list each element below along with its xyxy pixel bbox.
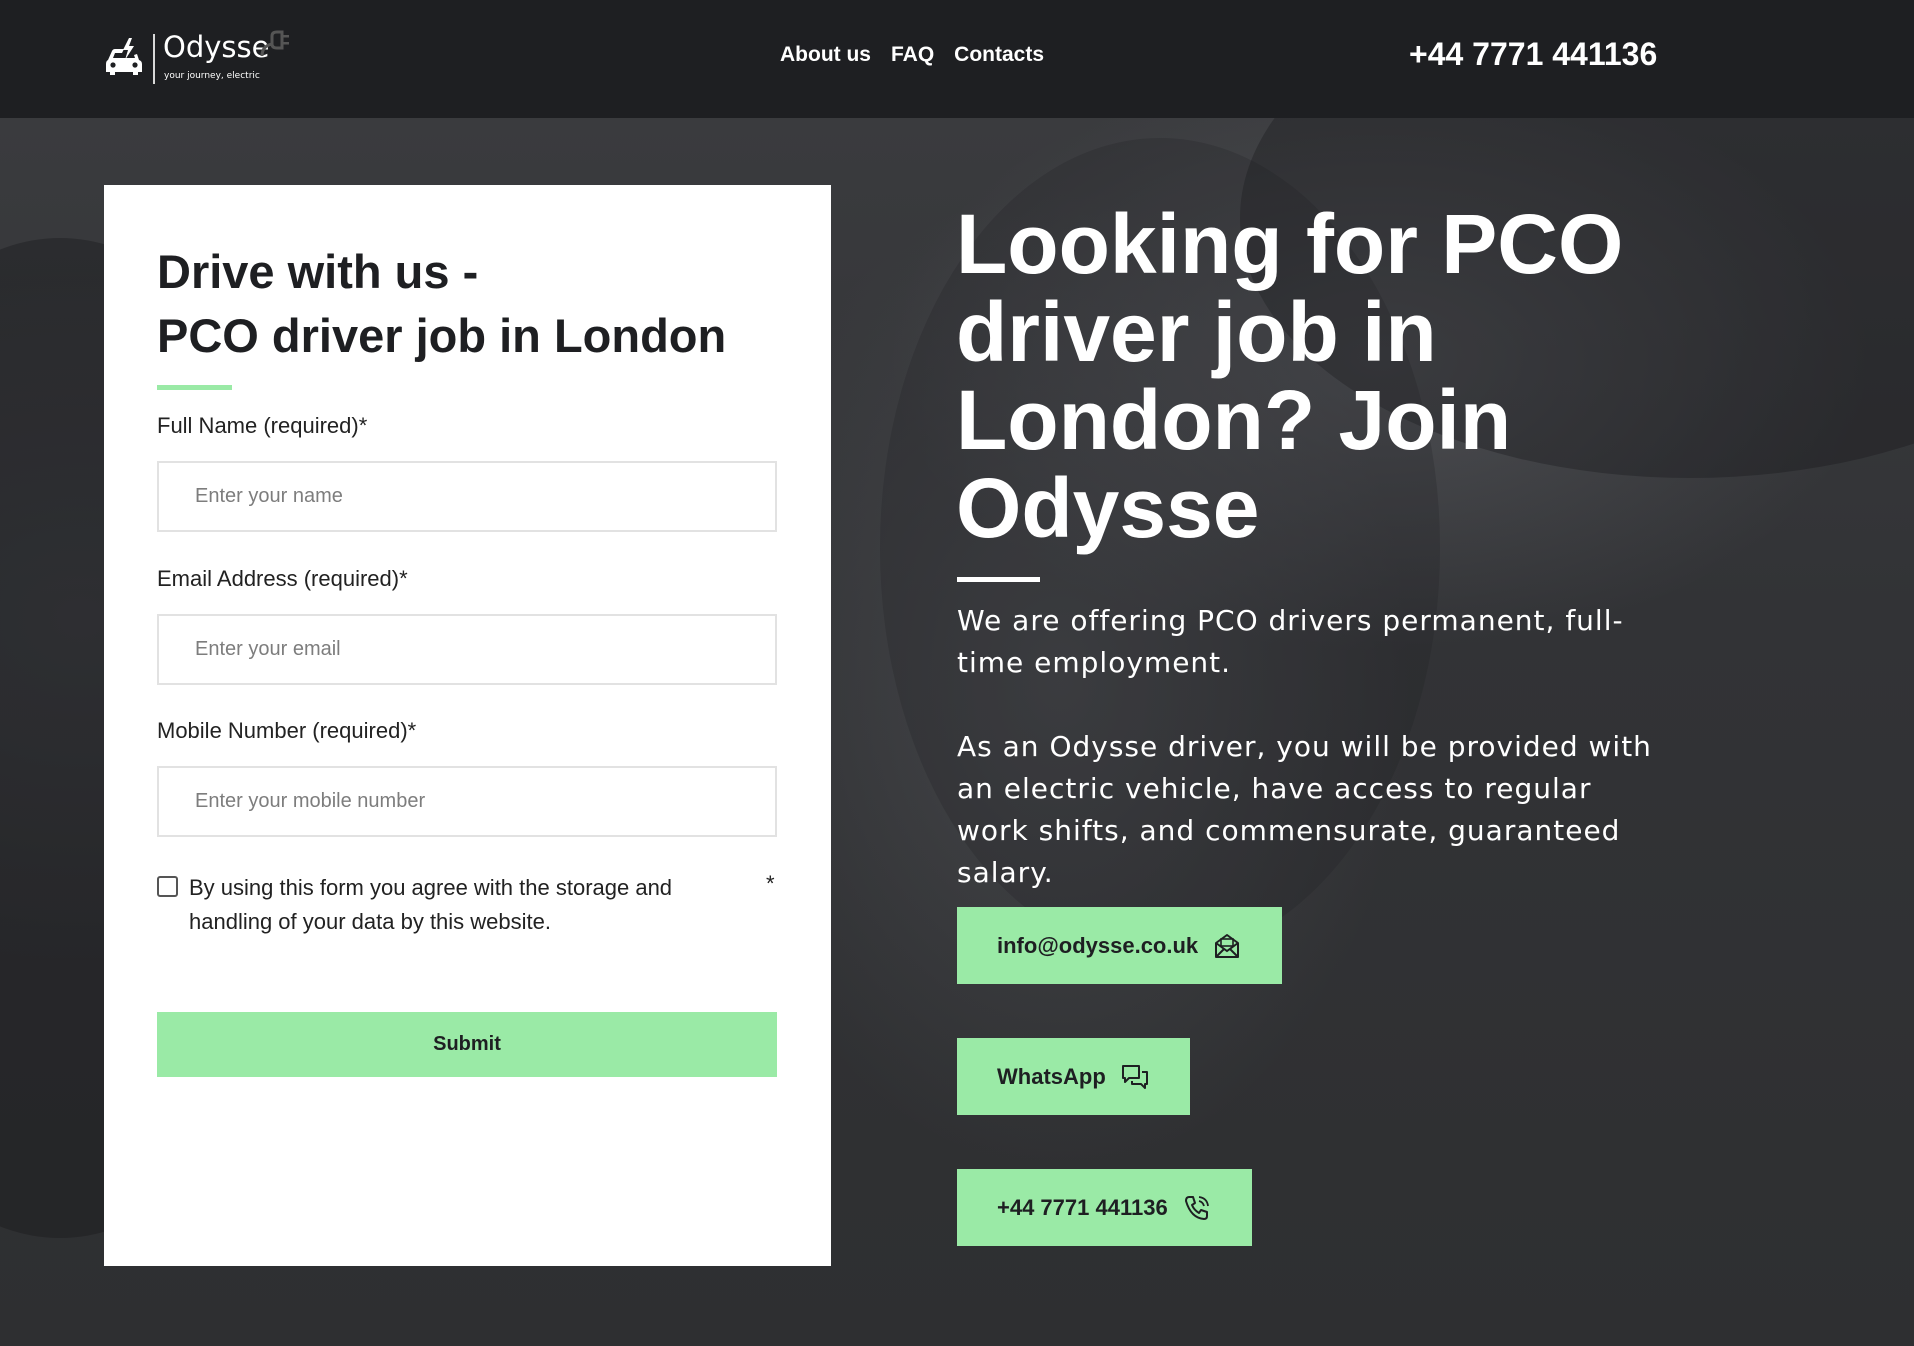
brand-logo[interactable]: Odysse your journey, electric	[102, 26, 302, 86]
phone-icon	[1184, 1195, 1209, 1220]
email-button[interactable]: info@odysse.co.uk	[957, 907, 1283, 984]
form-title-line1: Drive with us -	[157, 245, 479, 298]
nav-faq[interactable]: FAQ	[891, 43, 934, 67]
consent-text: By using this form you agree with the st…	[189, 875, 673, 934]
full-name-label: Full Name (required)*	[157, 413, 368, 438]
full-name-input[interactable]	[157, 461, 777, 532]
hero-paragraph-1: We are offering PCO drivers permanent, f…	[957, 604, 1624, 679]
title-accent-bar	[157, 385, 232, 390]
chat-bubbles-icon	[1121, 1064, 1148, 1089]
nav-about-us[interactable]: About us	[780, 43, 871, 67]
main-nav: About us FAQ Contacts	[780, 43, 1044, 67]
consent-required-mark: *	[766, 871, 775, 896]
hero-paragraph-2: As an Odysse driver, you will be provide…	[957, 730, 1652, 889]
phone-button[interactable]: +44 7771 441136	[957, 1169, 1252, 1246]
form-title-line2: PCO driver job in London	[157, 309, 727, 362]
mobile-number-label: Mobile Number (required)*	[157, 718, 417, 743]
logo-divider	[153, 34, 155, 84]
brand-name: Odysse	[163, 30, 270, 64]
plug-icon	[260, 30, 289, 57]
application-form-card: Drive with us - PCO driver job in London…	[104, 185, 831, 1266]
electric-car-icon	[106, 38, 142, 75]
submit-button[interactable]: Submit	[157, 1012, 777, 1077]
email-label: Email Address (required)*	[157, 566, 408, 591]
whatsapp-button-label: WhatsApp	[997, 1063, 1106, 1089]
mobile-number-input[interactable]	[157, 766, 777, 837]
hero-title: Looking for PCO driver job in London? Jo…	[956, 197, 1624, 555]
consent-checkbox[interactable]	[157, 876, 178, 897]
hero-accent-bar	[957, 577, 1040, 582]
whatsapp-button[interactable]: WhatsApp	[957, 1038, 1190, 1115]
form-title: Drive with us - PCO driver job in London	[157, 240, 777, 368]
email-button-label: info@odysse.co.uk	[997, 932, 1199, 958]
header-phone-link[interactable]: +44 7771 441136	[1409, 36, 1657, 73]
site-header: Odysse your journey, electric About us F…	[0, 0, 1914, 118]
envelope-icon	[1215, 933, 1240, 958]
phone-button-label: +44 7771 441136	[997, 1194, 1168, 1220]
nav-contacts[interactable]: Contacts	[954, 43, 1044, 67]
brand-tagline: your journey, electric	[164, 71, 260, 81]
email-input[interactable]	[157, 614, 777, 685]
